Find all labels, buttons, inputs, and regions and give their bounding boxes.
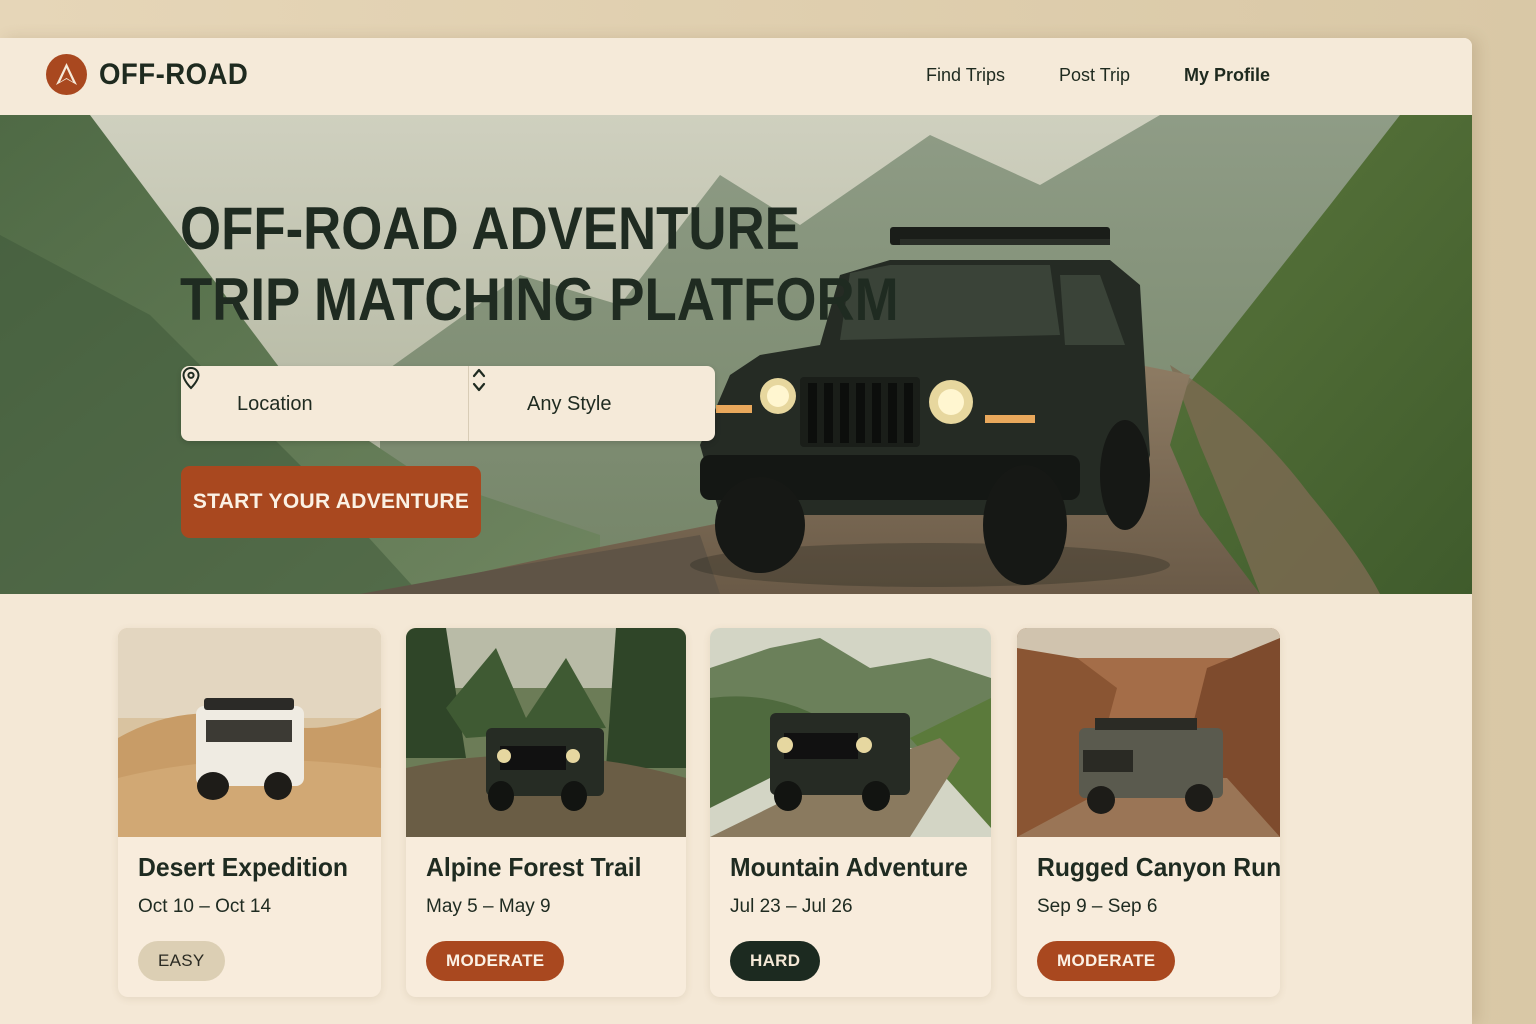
mountain-jeep-photo <box>710 628 991 837</box>
hero-section: OFF-ROAD ADVENTURE TRIP MATCHING PLATFOR… <box>0 115 1472 594</box>
hero-title-line-2: TRIP MATCHING PLATFORM <box>180 266 899 333</box>
difficulty-badge-moderate: MODERATE <box>426 941 565 981</box>
mountain-peak-icon[interactable] <box>46 54 87 95</box>
up-down-arrows-icon <box>472 368 486 392</box>
trip-card-title: Desert Expedition <box>138 852 349 882</box>
nav-my-profile[interactable]: My Profile <box>1184 65 1270 86</box>
trip-card-canyon[interactable]: Rugged Canyon Run Sep 9 – Sep 6 MODERATE <box>1017 628 1280 997</box>
trip-card-dates: Oct 10 – Oct 14 <box>138 896 272 917</box>
brand-name[interactable]: OFF-ROAD <box>99 58 248 92</box>
start-adventure-button[interactable]: START YOUR ADVENTURE <box>181 466 481 538</box>
hero-title: OFF-ROAD ADVENTURE TRIP MATCHING PLATFOR… <box>180 193 899 335</box>
location-placeholder: Location <box>237 393 313 415</box>
difficulty-badge-easy: EASY <box>138 941 225 981</box>
nav-post-trip[interactable]: Post Trip <box>1059 65 1130 86</box>
browser-window: OFF-ROAD Find Trips Post Trip My Profile <box>0 38 1472 1024</box>
trip-card-alpine-forest[interactable]: Alpine Forest Trail May 5 – May 9 MODERA… <box>406 628 686 997</box>
location-input[interactable]: Location <box>181 366 469 441</box>
style-select[interactable]: Any Style <box>471 366 715 441</box>
difficulty-badge-moderate: MODERATE <box>1037 941 1176 981</box>
difficulty-badge-hard: HARD <box>730 941 821 981</box>
trip-card-dates: May 5 – May 9 <box>426 896 551 917</box>
map-pin-icon <box>182 366 200 390</box>
trip-card-title: Mountain Adventure <box>730 852 968 882</box>
trip-card-dates: Sep 9 – Sep 6 <box>1037 896 1158 917</box>
desert-suv-photo <box>118 628 381 837</box>
trip-card-mountain[interactable]: Mountain Adventure Jul 23 – Jul 26 HARD <box>710 628 991 997</box>
trip-card-title: Rugged Canyon Run <box>1037 852 1280 882</box>
hero-title-line-1: OFF-ROAD ADVENTURE <box>180 195 800 262</box>
trip-card-desert[interactable]: Desert Expedition Oct 10 – Oct 14 EASY <box>118 628 381 997</box>
trip-card-dates: Jul 23 – Jul 26 <box>730 896 853 917</box>
forest-jeep-photo <box>406 628 686 837</box>
style-select-value: Any Style <box>527 393 612 415</box>
nav-find-trips[interactable]: Find Trips <box>926 65 1005 86</box>
top-navbar: OFF-ROAD Find Trips Post Trip My Profile <box>0 38 1472 115</box>
canyon-truck-photo <box>1017 628 1280 837</box>
trip-search-bar: Location Any Style <box>181 366 715 441</box>
trip-card-title: Alpine Forest Trail <box>426 852 642 882</box>
